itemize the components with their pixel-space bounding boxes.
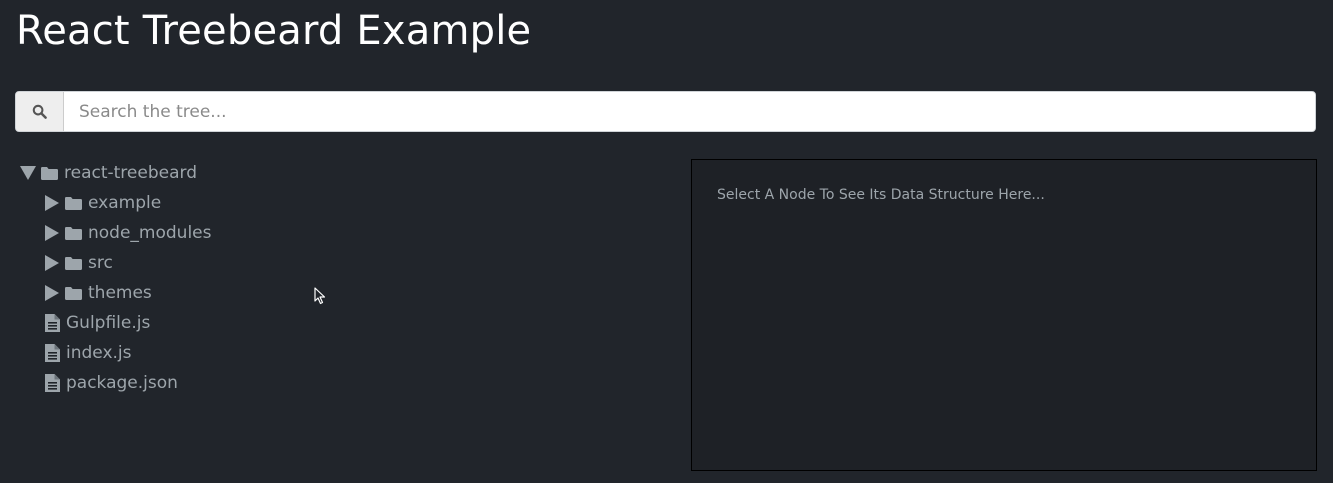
file-icon bbox=[45, 374, 60, 392]
tree-node-file[interactable]: package.json bbox=[18, 368, 658, 398]
search-button[interactable] bbox=[16, 92, 64, 131]
triangle-right-icon bbox=[45, 195, 59, 211]
tree-node-label: example bbox=[88, 193, 162, 213]
search-input[interactable] bbox=[64, 92, 1315, 131]
expand-toggle-icon[interactable] bbox=[44, 223, 65, 243]
triangle-down-icon bbox=[20, 166, 36, 180]
file-icon bbox=[45, 314, 60, 332]
triangle-right-icon bbox=[45, 255, 59, 271]
mouse-cursor-icon bbox=[314, 287, 326, 305]
tree-node-file[interactable]: Gulpfile.js bbox=[18, 308, 658, 338]
search-bar bbox=[15, 91, 1316, 132]
tree-node-label: react-treebeard bbox=[64, 163, 197, 183]
tree-node-folder[interactable]: themes bbox=[18, 278, 658, 308]
tree-node-folder[interactable]: node_modules bbox=[18, 218, 658, 248]
expand-toggle-icon[interactable] bbox=[44, 283, 65, 303]
folder-icon bbox=[65, 256, 82, 270]
tree-node-folder[interactable]: example bbox=[18, 188, 658, 218]
page: React Treebeard Example react-treebeard bbox=[0, 0, 1333, 483]
viewer-placeholder-text: Select A Node To See Its Data Structure … bbox=[717, 187, 1045, 203]
triangle-right-icon bbox=[45, 225, 59, 241]
tree-node-folder[interactable]: src bbox=[18, 248, 658, 278]
folder-icon bbox=[65, 286, 82, 300]
search-icon bbox=[32, 104, 47, 119]
folder-icon bbox=[65, 226, 82, 240]
tree-node-label: Gulpfile.js bbox=[66, 313, 151, 333]
file-icon bbox=[45, 344, 60, 362]
file-tree: react-treebeard example node_modules src… bbox=[18, 158, 658, 398]
folder-icon bbox=[41, 166, 58, 180]
tree-node-root[interactable]: react-treebeard bbox=[18, 158, 658, 188]
page-title: React Treebeard Example bbox=[16, 8, 532, 54]
expand-toggle-icon[interactable] bbox=[44, 193, 65, 213]
tree-node-label: index.js bbox=[66, 343, 132, 363]
node-data-viewer: Select A Node To See Its Data Structure … bbox=[691, 159, 1317, 471]
expand-toggle-icon[interactable] bbox=[44, 253, 65, 273]
triangle-right-icon bbox=[45, 285, 59, 301]
expand-toggle-icon[interactable] bbox=[20, 163, 41, 183]
tree-node-file[interactable]: index.js bbox=[18, 338, 658, 368]
tree-node-label: node_modules bbox=[88, 223, 212, 243]
tree-node-label: src bbox=[88, 253, 113, 273]
folder-icon bbox=[65, 196, 82, 210]
tree-node-label: package.json bbox=[66, 373, 178, 393]
tree-node-label: themes bbox=[88, 283, 152, 303]
